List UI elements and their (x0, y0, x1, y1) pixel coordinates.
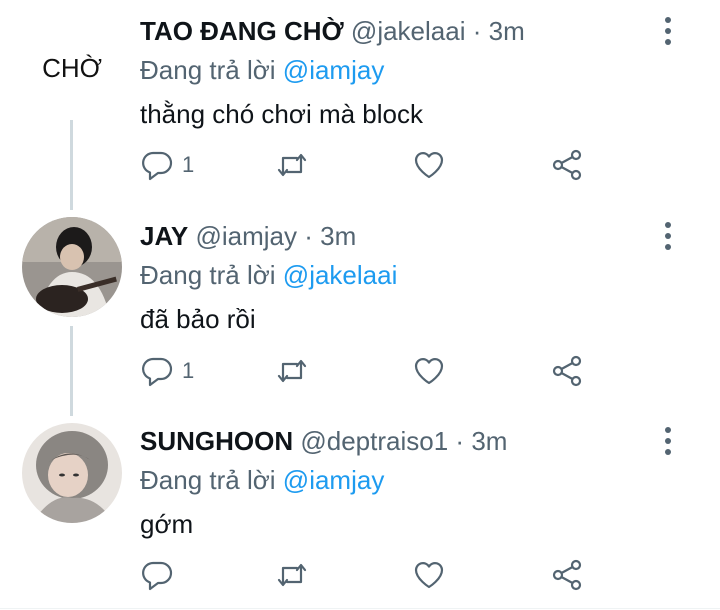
reply-context: Đang trả lời @jakelaai (140, 258, 660, 292)
more-icon[interactable] (656, 14, 680, 48)
user-handle[interactable]: @deptraiso1 (300, 426, 448, 456)
reply-icon (142, 561, 173, 591)
tweet-text: thằng chó chơi mà block (140, 99, 423, 129)
reply-button[interactable]: 1 (140, 145, 194, 185)
more-icon[interactable] (656, 424, 680, 458)
display-name[interactable]: SUNGHOON (140, 426, 293, 456)
reply-context: Đang trả lời @iamjay (140, 463, 660, 497)
avatar[interactable] (22, 423, 122, 523)
timestamp[interactable]: 3m (489, 16, 525, 46)
like-button[interactable] (412, 555, 446, 595)
retweet-icon (277, 563, 307, 587)
avatar-photo (22, 217, 122, 317)
share-button[interactable] (550, 145, 584, 185)
user-handle[interactable]: @iamjay (195, 221, 297, 251)
retweet-button[interactable] (275, 351, 309, 391)
tweet-actions (140, 555, 600, 595)
timestamp[interactable]: 3m (320, 221, 356, 251)
mention-link[interactable]: @iamjay (283, 55, 385, 85)
avatar-photo (22, 423, 122, 523)
avatar-text[interactable]: CHỜ (22, 18, 122, 118)
like-icon (414, 562, 444, 589)
separator: · (472, 16, 482, 46)
reply-count: 1 (182, 358, 195, 383)
share-icon (552, 149, 582, 181)
retweet-icon (277, 153, 307, 177)
mention-link[interactable]: @jakelaai (283, 260, 398, 290)
tweet-actions: 1 (140, 351, 600, 391)
share-button[interactable] (550, 351, 584, 391)
like-icon (414, 358, 444, 385)
timestamp[interactable]: 3m (471, 426, 507, 456)
avatar[interactable] (22, 217, 122, 317)
reply-prefix: Đang trả lời (140, 55, 276, 85)
separator: · (304, 221, 313, 251)
user-handle[interactable]: @jakelaai (351, 16, 466, 46)
reply-icon (142, 357, 173, 387)
retweet-button[interactable] (275, 145, 309, 185)
divider (0, 608, 720, 609)
tweet[interactable]: JAY @iamjay · 3m Đang trả lời @jakelaai … (0, 205, 720, 410)
mention-link[interactable]: @iamjay (283, 465, 385, 495)
display-name[interactable]: TAO ĐANG CHỜ (140, 16, 344, 46)
reply-prefix: Đang trả lời (140, 465, 276, 495)
tweet[interactable]: SUNGHOON @deptraiso1 · 3m Đang trả lời @… (0, 410, 720, 610)
tweet-header: TAO ĐANG CHỜ @jakelaai · 3m (140, 14, 660, 48)
share-button[interactable] (550, 555, 584, 595)
separator: · (455, 426, 465, 456)
share-icon (552, 559, 582, 591)
like-button[interactable] (412, 351, 446, 391)
tweet-header: SUNGHOON @deptraiso1 · 3m (140, 424, 660, 458)
share-icon (552, 355, 582, 387)
reply-prefix: Đang trả lời (140, 260, 276, 290)
like-button[interactable] (412, 145, 446, 185)
tweet-actions: 1 (140, 145, 600, 185)
reply-button[interactable]: 1 (140, 351, 194, 391)
tweet-text: đã bảo rồi (140, 304, 256, 334)
like-icon (414, 152, 444, 179)
reply-icon (142, 151, 173, 181)
tweet[interactable]: CHỜ TAO ĐANG CHỜ @jakelaai · 3m Đang trả… (0, 0, 720, 205)
more-icon[interactable] (656, 219, 680, 253)
reply-context: Đang trả lời @iamjay (140, 53, 660, 87)
display-name[interactable]: JAY (140, 221, 188, 251)
reply-button[interactable] (140, 555, 182, 595)
reply-count: 1 (182, 152, 195, 177)
tweet-text: gớm (140, 509, 194, 539)
retweet-button[interactable] (275, 555, 309, 595)
retweet-icon (277, 359, 307, 383)
tweet-header: JAY @iamjay · 3m (140, 219, 660, 253)
